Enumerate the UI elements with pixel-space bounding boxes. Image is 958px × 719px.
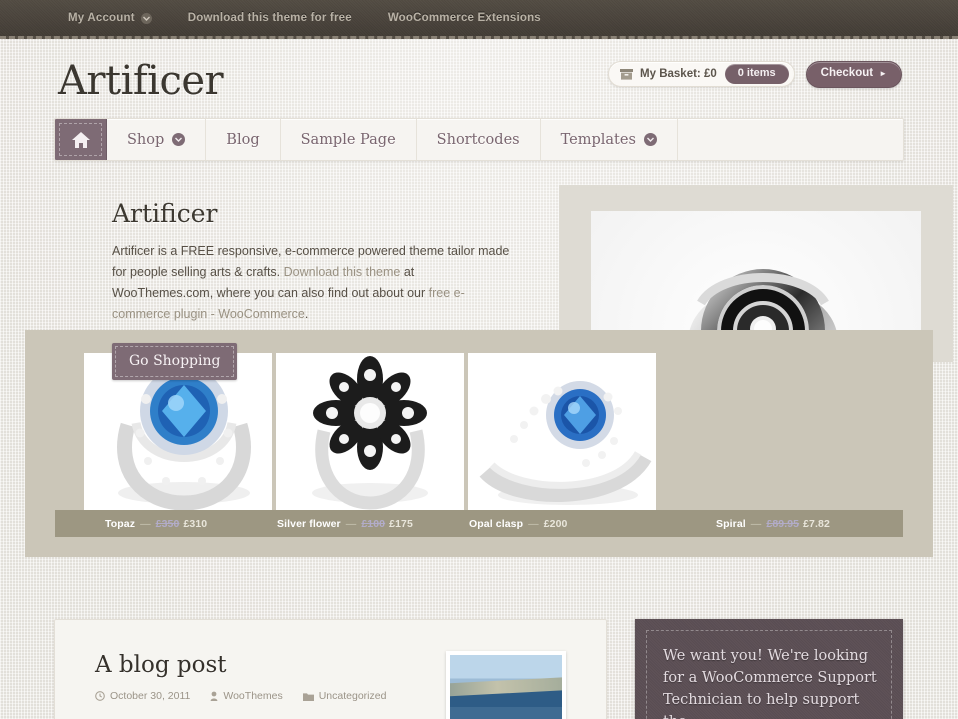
topbar-link-my-account[interactable]: My Account	[68, 12, 152, 24]
nav-item-label: Blog	[226, 131, 260, 148]
basket-items-badge: 0 items	[724, 64, 789, 85]
hero-description: Artificer is a FREE responsive, e-commer…	[112, 241, 510, 325]
hero-title: Artificer	[112, 199, 218, 228]
product-name: Silver flower	[277, 517, 341, 530]
nav-item-templates[interactable]: Templates	[541, 119, 678, 160]
chevron-down-circle-icon	[643, 133, 657, 146]
clock-icon	[95, 691, 105, 701]
product-price: £200	[543, 517, 568, 530]
blog-author-text[interactable]: WooThemes	[223, 690, 282, 702]
product-name: Opal clasp	[469, 517, 524, 530]
site-header: Artificer My Basket: £0 0 items Checkout…	[54, 39, 904, 101]
product-caption-bar: Topaz — £350 £310 Silver flower — £100 £175 Op…	[55, 510, 903, 537]
product-name: Topaz	[105, 517, 136, 530]
product-caption-silver-flower: Silver flower — £100 £175	[277, 517, 413, 530]
nav-item-home[interactable]	[55, 119, 107, 160]
blog-post-thumbnail[interactable]	[446, 651, 566, 719]
product-caption-topaz: Topaz — £350 £310	[105, 517, 208, 530]
go-shopping-button[interactable]: Go Shopping	[112, 343, 238, 380]
hero-text-block: Artificer Artificer is a FREE responsive…	[54, 185, 509, 380]
main-navigation: Shop Blog Sample Page Shortcodes Templat…	[54, 118, 904, 161]
home-icon	[71, 131, 90, 148]
nav-item-label: Shortcodes	[436, 131, 520, 148]
chevron-down-circle-icon	[140, 12, 152, 24]
basket-total-text: My Basket: £0	[640, 68, 717, 81]
product-old-price: £100	[361, 517, 386, 530]
product-caption-spiral: Spiral — £89.95 £7.82	[716, 517, 830, 530]
blog-thumbnail-image	[450, 655, 562, 719]
checkout-button[interactable]: Checkout ►	[805, 61, 902, 88]
topbar-link-label: WooCommerce Extensions	[387, 12, 541, 24]
checkout-label: Checkout	[820, 67, 874, 79]
nav-item-label: Sample Page	[300, 131, 396, 148]
hero-body-part-3: .	[304, 307, 309, 321]
user-icon	[210, 691, 218, 701]
blog-date-text: October 30, 2011	[110, 690, 191, 702]
topbar-link-woocommerce-extensions[interactable]: WooCommerce Extensions	[388, 12, 541, 24]
topbar-link-label: My Account	[68, 12, 135, 24]
product-price: £310	[183, 517, 208, 530]
product-caption-opal-clasp: Opal clasp — £200	[469, 517, 568, 530]
hero-section: Artificer Artificer is a FREE responsive…	[25, 185, 953, 585]
topbar-link-download-theme[interactable]: Download this theme for free	[188, 12, 352, 24]
go-shopping-label: Go Shopping	[129, 353, 221, 369]
arrow-right-icon: ►	[879, 68, 887, 78]
blog-meta-author: WooThemes	[210, 690, 283, 702]
nav-item-shortcodes[interactable]: Shortcodes	[417, 119, 541, 160]
blog-category-text[interactable]: Uncategorized	[319, 690, 387, 702]
top-utility-bar: My Account Download this theme for free …	[0, 0, 958, 39]
blog-post-card[interactable]: A blog post October 30, 2011 WooThemes U…	[54, 619, 607, 719]
folder-icon	[302, 692, 314, 701]
basket-icon	[620, 68, 634, 80]
promo-box[interactable]: We want you! We're looking for a WooComm…	[635, 619, 903, 719]
bottom-section: A blog post October 30, 2011 WooThemes U…	[54, 585, 904, 719]
nav-filler	[678, 119, 903, 160]
nav-item-sample-page[interactable]: Sample Page	[281, 119, 417, 160]
topbar-link-label: Download this theme for free	[187, 12, 352, 24]
basket-label-group: My Basket: £0	[620, 68, 717, 80]
nav-item-shop[interactable]: Shop	[107, 119, 207, 160]
nav-item-blog[interactable]: Blog	[206, 119, 281, 160]
nav-item-label: Templates	[560, 131, 636, 148]
basket-bar: My Basket: £0 0 items Checkout ►	[608, 61, 902, 88]
blog-meta-date: October 30, 2011	[95, 690, 190, 702]
blog-meta-category: Uncategorized	[302, 690, 387, 702]
featured-products-row	[25, 353, 933, 534]
product-price: £175	[389, 517, 413, 530]
chevron-down-circle-icon	[172, 133, 186, 146]
promo-text: We want you! We're looking for a WooComm…	[663, 648, 877, 719]
hero-link-download-theme[interactable]: Download this theme	[284, 265, 401, 279]
nav-item-label: Shop	[127, 131, 165, 148]
product-old-price: £350	[155, 517, 180, 530]
product-name: Spiral	[716, 517, 746, 530]
product-price: £7.82	[803, 517, 830, 530]
my-basket-button[interactable]: My Basket: £0 0 items	[608, 61, 795, 88]
product-old-price: £89.95	[766, 517, 800, 530]
